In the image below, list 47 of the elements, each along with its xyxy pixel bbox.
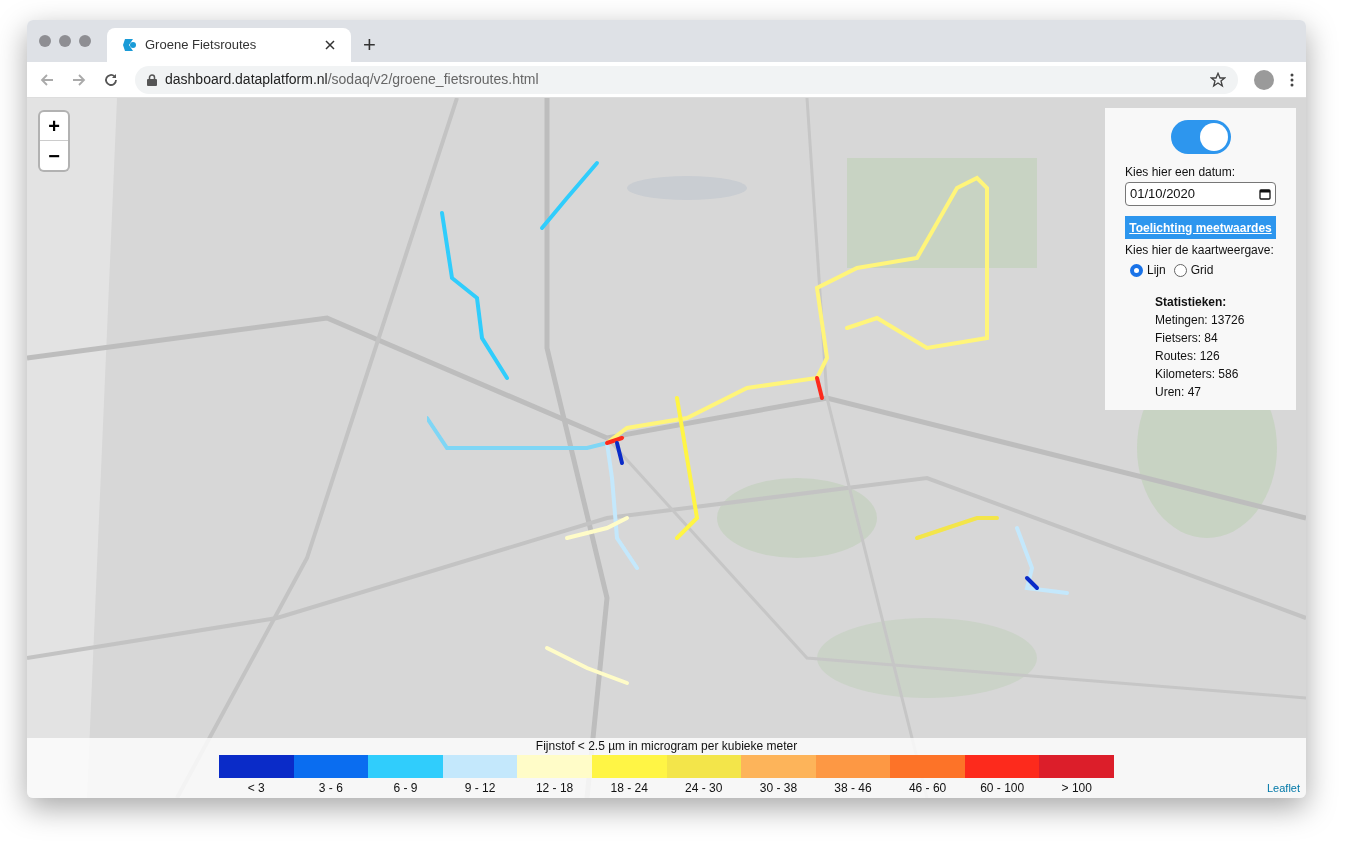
zoom-in-button[interactable]: +: [40, 112, 68, 141]
legend-label: > 100: [1061, 781, 1092, 796]
browser-tab[interactable]: Groene Fietsroutes: [107, 28, 351, 62]
window-control-icon[interactable]: [39, 35, 51, 47]
legend-label: 6 - 9: [393, 781, 418, 796]
forward-icon[interactable]: [71, 71, 87, 88]
window-control-icon[interactable]: [79, 35, 91, 47]
menu-icon[interactable]: [1290, 72, 1294, 87]
stat-text: Uren: 47: [1155, 384, 1203, 400]
legend-label: 18 - 24: [610, 781, 648, 796]
toggle-switch[interactable]: [1170, 120, 1231, 154]
legend-label: 60 - 100: [980, 781, 1025, 796]
tab-favicon-icon: [123, 39, 137, 51]
legend-label: 30 - 38: [759, 781, 798, 796]
zoom-out-button[interactable]: −: [40, 141, 68, 170]
url-path: /sodaq/v2/groene_fietsroutes.html: [327, 71, 539, 87]
profile-avatar-icon[interactable]: [1254, 69, 1274, 90]
legend-title: Fijnstof < 2.5 µm in microgram per kubieke meter: [535, 739, 798, 754]
stat-text: Routes: 126: [1155, 348, 1221, 364]
radio-option[interactable]: Lijn: [1130, 262, 1166, 278]
stat-text: Metingen: 13726: [1155, 312, 1246, 328]
radio-option[interactable]: Grid: [1173, 262, 1214, 278]
legend-label: 24 - 30: [685, 781, 723, 796]
date-field[interactable]: 01/10/2020: [1125, 182, 1276, 206]
legend-label: < 3: [247, 781, 265, 796]
date-label: Kies hier een datum:: [1125, 164, 1237, 180]
star-icon[interactable]: [1210, 71, 1226, 88]
legend-label: 46 - 60: [908, 781, 947, 796]
tab-title: Groene Fietsroutes: [145, 36, 258, 55]
calendar-icon[interactable]: [1259, 188, 1271, 200]
lock-icon: [147, 73, 157, 86]
back-icon[interactable]: [39, 71, 55, 88]
stat-text: Fietsers: 84: [1155, 330, 1219, 346]
legend-label: 3 - 6: [318, 781, 343, 796]
stats-title: Statistieken:: [1155, 294, 1228, 310]
attribution-link[interactable]: Leaflet: [1266, 779, 1300, 796]
reload-icon[interactable]: [103, 71, 119, 88]
address-bar[interactable]: dashboard.dataplatform.nl/sodaq/v2/groene_fietsroutes.html: [135, 65, 1238, 94]
legend-label: 9 - 12: [464, 781, 496, 796]
window-control-icon[interactable]: [59, 35, 71, 47]
legend-label: 12 - 18: [535, 781, 574, 796]
view-label: Kies hier de kaartweergave:: [1125, 242, 1275, 258]
close-icon[interactable]: [325, 40, 335, 50]
legend-label: 38 - 46: [834, 781, 872, 796]
stat-text: Kilometers: 586: [1155, 366, 1240, 382]
url-host: dashboard.dataplatform.nl: [165, 71, 328, 87]
new-tab-button[interactable]: +: [351, 28, 388, 62]
